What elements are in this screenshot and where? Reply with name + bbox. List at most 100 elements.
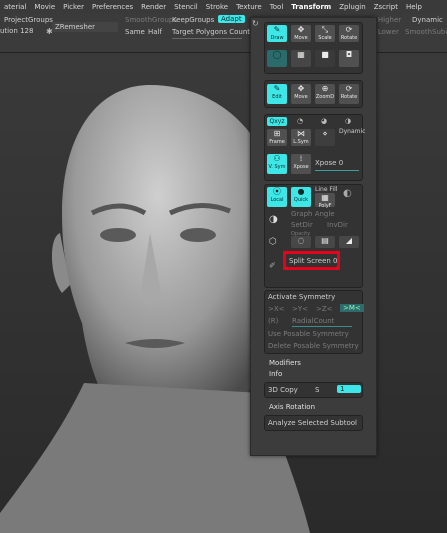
sym-radial-button[interactable]: (R) [268, 317, 278, 325]
smoothgroups-button[interactable]: SmoothGroups [125, 16, 177, 24]
grid-button[interactable]: ▤ [315, 236, 335, 248]
edit-button[interactable]: ✎ Edit [267, 84, 287, 104]
menu-item-preferences[interactable]: Preferences [88, 3, 137, 11]
snapshot-icon: ■ [321, 50, 329, 59]
setdir-button[interactable]: SetDir [291, 221, 313, 229]
activate-symmetry-button[interactable]: Activate Symmetry [268, 293, 335, 301]
camera-button[interactable]: ◘ [339, 50, 359, 67]
vsym-button[interactable]: ⚇ V. Sym [267, 154, 287, 174]
gizmo-circle-button[interactable]: ◯ [267, 50, 287, 67]
local-button[interactable]: ⦿ Local [267, 187, 287, 207]
sphere-icon: ◐ [343, 188, 352, 199]
3d-copy-button[interactable]: 3D Copy [268, 386, 298, 394]
rotate-icon: ⟳ [345, 25, 353, 34]
copy-value-field[interactable]: 1 [337, 385, 361, 393]
line-fill-label[interactable]: Line Fill [315, 186, 337, 193]
scale-icon: ⤡ [321, 25, 329, 34]
xyz-toggle[interactable]: Qxyz [267, 117, 287, 126]
persp-icon: ◢ [345, 236, 353, 245]
menu-item-texture[interactable]: Texture [232, 3, 266, 11]
pfill-icon: ⋄ [322, 129, 328, 138]
menu-bar: aterial Movie Picker Preferences Render Stenc… [0, 0, 447, 14]
menu-item-aterial[interactable]: aterial [0, 3, 30, 11]
frame-button[interactable]: ⊞ Frame [267, 129, 287, 146]
quick-button[interactable]: ● Quick [291, 187, 311, 207]
grid-icon: ▦ [297, 50, 305, 59]
lsym-button[interactable]: ⋈ L.Sym [291, 129, 311, 146]
transpose-disabled-button: ▦ [291, 50, 311, 67]
info-copy-row: 3D Copy S 1 [264, 382, 363, 398]
rotate-view-button[interactable]: ⟳ Rotate [339, 84, 359, 104]
xpose-button[interactable]: ⁞ Xpose [291, 154, 311, 174]
half-button[interactable]: Half [148, 28, 162, 36]
move-view-icon: ✥ [297, 84, 305, 93]
invdir-button[interactable]: InvDir [327, 221, 348, 229]
brush-icon: ✐ [269, 261, 276, 270]
polyf-button[interactable]: ▦ PolyF [315, 193, 335, 209]
pfill-button: ⋄ [315, 129, 335, 146]
lsym-icon: ⋈ [297, 129, 305, 138]
sym-m-button[interactable]: >M< [340, 304, 364, 312]
dynamic-label[interactable]: Dynamic [339, 128, 365, 135]
persp-button[interactable]: ◢ [339, 236, 359, 248]
use-posable-symmetry-button[interactable]: Use Posable Symmetry [268, 330, 349, 338]
local-icon: ⦿ [273, 187, 281, 196]
info-header[interactable]: Info [269, 370, 282, 378]
menu-item-zscript[interactable]: Zscript [370, 3, 402, 11]
adapt-button[interactable]: Adapt [218, 15, 245, 23]
viewport-canvas[interactable] [0, 53, 447, 533]
menu-item-render[interactable]: Render [137, 3, 170, 11]
project-button[interactable]: Project [4, 16, 28, 24]
move-mode-button[interactable]: ✥ Move [291, 25, 311, 42]
ghost-icon: ◌ [297, 236, 305, 245]
menu-item-tool[interactable]: Tool [266, 3, 288, 11]
menu-item-help[interactable]: Help [402, 3, 426, 11]
analyze-row: Analyze Selected Subtool [264, 415, 363, 431]
radialcount-slider[interactable]: RadialCount [292, 317, 334, 325]
resolution-slider[interactable]: ution 128 [0, 27, 33, 35]
scale-mode-button[interactable]: ⤡ Scale [315, 25, 335, 42]
menu-item-picker[interactable]: Picker [59, 3, 88, 11]
groups-button[interactable]: Groups [28, 16, 53, 24]
smoothsubd-button[interactable]: SmoothSubd [405, 28, 447, 36]
vsym-icon: ⚇ [273, 154, 281, 163]
delete-posable-symmetry-button[interactable]: Delete Posable Symmetry [268, 342, 359, 350]
graph-angle-slider[interactable]: Graph Angle [291, 210, 335, 218]
target-polygons-slider[interactable]: Target Polygons Count 5 [172, 28, 257, 36]
menu-item-stroke[interactable]: Stroke [202, 3, 232, 11]
draw-mode-button[interactable]: ✎ Draw [267, 25, 287, 42]
copy-s-button[interactable]: S [315, 386, 319, 394]
menu-item-stencil[interactable]: Stencil [170, 3, 202, 11]
ghost-button[interactable]: ◌ [291, 236, 311, 248]
modifiers-header[interactable]: Modifiers [269, 359, 301, 367]
sculpt-head-model [0, 85, 310, 533]
menu-item-zplugin[interactable]: Zplugin [335, 3, 369, 11]
draw-mode-group: ✎ Draw ✥ Move ⤡ Scale ⟳ Rotate ◯ ▦ ■ ◘ [264, 22, 363, 74]
polyf-icon: ▦ [321, 193, 329, 202]
circle-icon: ◯ [272, 50, 282, 59]
contrast-icon: ◑ [269, 214, 278, 225]
sticky-button[interactable]: ■ [315, 50, 335, 67]
menu-item-movie[interactable]: Movie [30, 3, 59, 11]
zoomd-button[interactable]: ⊕ ZoomD [315, 84, 335, 104]
rotate-mode-button[interactable]: ⟳ Rotate [339, 25, 359, 42]
zoom-icon: ⊕ [321, 84, 329, 93]
sym-y-button[interactable]: >Y< [292, 305, 308, 313]
frame-icon: ⊞ [273, 129, 281, 138]
palette-pin-icon[interactable]: ↻ [252, 19, 259, 28]
split-screen-highlight [283, 251, 340, 270]
zremesher-button[interactable]: ZRemesher [52, 22, 118, 32]
dynamic-button[interactable]: Dynamic [412, 16, 443, 24]
same-button[interactable]: Same [125, 28, 145, 36]
axis-rotation-header[interactable]: Axis Rotation [269, 403, 315, 411]
analyze-selected-subtool-button[interactable]: Analyze Selected Subtool [268, 419, 357, 427]
xpose-slider[interactable]: Xpose 0 [315, 159, 343, 167]
sym-x-button[interactable]: >X< [268, 305, 285, 313]
move-icon: ✥ [297, 25, 305, 34]
activate-symmetry-group: Activate Symmetry >X< >Y< >Z< >M< (R) Ra… [264, 290, 364, 354]
draw-icon: ✎ [273, 25, 281, 34]
keepgroups-button[interactable]: KeepGroups [172, 16, 214, 24]
sym-z-button[interactable]: >Z< [316, 305, 333, 313]
menu-item-transform[interactable]: Transform [287, 3, 335, 11]
move-view-button[interactable]: ✥ Move [291, 84, 311, 104]
